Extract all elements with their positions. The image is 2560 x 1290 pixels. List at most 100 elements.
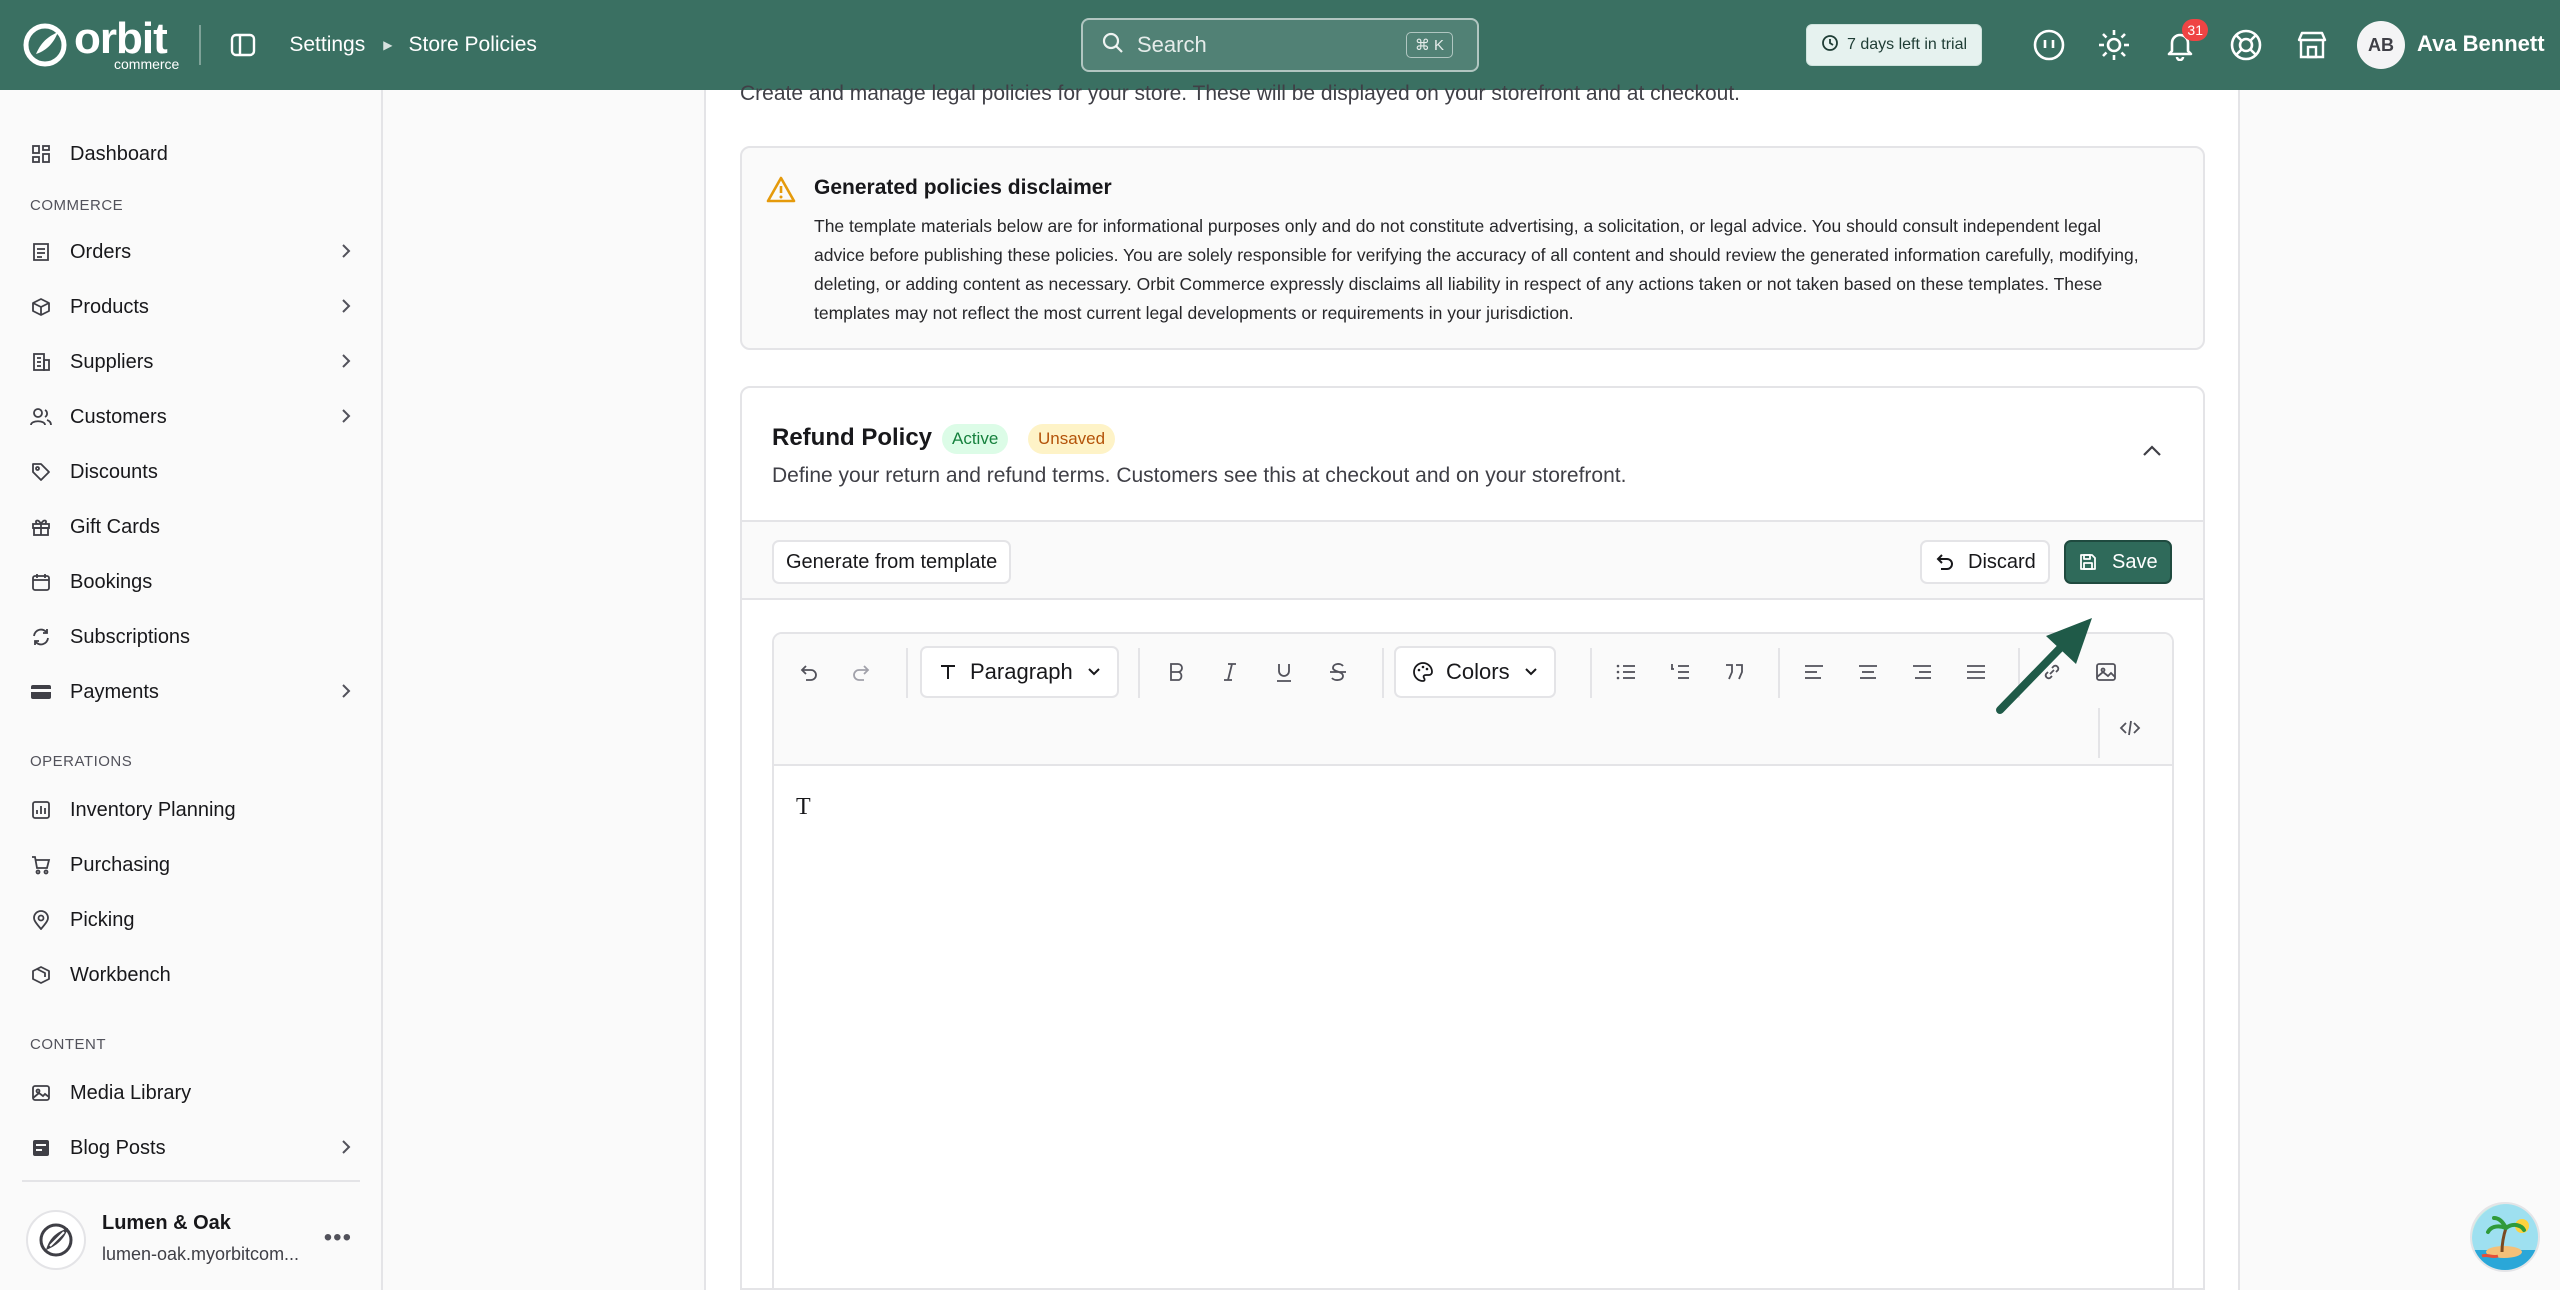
sidebar-item-gift-cards[interactable]: Gift Cards <box>30 507 360 547</box>
italic-icon[interactable] <box>1212 654 1248 690</box>
toolbar-divider <box>906 648 908 698</box>
card-icon <box>30 681 52 703</box>
editor-content[interactable]: T <box>796 794 811 821</box>
bullet-list-icon[interactable] <box>1608 654 1644 690</box>
sidebar-item-inventory-planning[interactable]: Inventory Planning <box>30 790 360 830</box>
app-logo[interactable]: orbit commerce <box>22 15 179 75</box>
store-logo-icon <box>26 1210 86 1270</box>
disclaimer-body: The template materials below are for inf… <box>814 216 2139 323</box>
sidebar-item-orders[interactable]: Orders <box>30 232 360 272</box>
sidebar-item-label: Orders <box>70 240 132 263</box>
clock-icon <box>1821 34 1839 57</box>
section-commerce: COMMERCE <box>30 197 124 214</box>
align-justify-icon[interactable] <box>1958 654 1994 690</box>
chevron-right-icon <box>340 352 352 376</box>
sidebar-item-label: Inventory Planning <box>70 798 236 821</box>
top-bar: orbit commerce Settings ▶ Store Policies… <box>0 0 2560 90</box>
calendar-icon <box>30 571 52 593</box>
sidebar-item-label: Products <box>70 295 149 318</box>
code-view-icon[interactable] <box>2112 710 2148 746</box>
avatar[interactable]: AB <box>2357 21 2405 69</box>
store-url: lumen-oak.myorbitcom... <box>102 1244 300 1264</box>
sidebar-item-media-library[interactable]: Media Library <box>30 1073 360 1113</box>
discard-label: Discard <box>1968 550 2036 573</box>
redo-icon[interactable] <box>844 654 880 690</box>
sidebar-item-products[interactable]: Products <box>30 287 360 327</box>
help-lifebuoy-icon[interactable] <box>2228 27 2264 63</box>
block-type-select[interactable]: Paragraph <box>920 646 1119 698</box>
notifications-bell-icon[interactable]: 31 <box>2162 19 2208 63</box>
status-badge-active: Active <box>942 424 1009 454</box>
discard-button[interactable]: Discard <box>1920 540 2050 584</box>
chevron-right-icon <box>340 242 352 266</box>
trial-badge[interactable]: 7 days left in trial <box>1806 24 1983 66</box>
breadcrumb-separator-icon: ▶ <box>383 38 393 52</box>
logo-word: orbit <box>74 14 168 63</box>
sidebar-item-blog-posts[interactable]: Blog Posts <box>30 1128 360 1168</box>
sidebar-item-label: Payments <box>70 680 159 703</box>
chevron-up-icon[interactable] <box>2141 444 2163 463</box>
sidebar-item-picking[interactable]: Picking <box>30 900 360 940</box>
header-divider <box>199 25 202 65</box>
more-options-icon[interactable]: ••• <box>324 1224 352 1252</box>
user-name[interactable]: Ava Bennett <box>2417 31 2545 57</box>
colors-select[interactable]: Colors <box>1394 646 1556 698</box>
warning-icon <box>766 176 796 209</box>
save-button[interactable]: Save <box>2064 540 2172 584</box>
align-left-icon[interactable] <box>1796 654 1832 690</box>
sidebar-item-purchasing[interactable]: Purchasing <box>30 845 360 885</box>
sidebar-item-label: Dashboard <box>70 142 168 165</box>
sidebar-item-payments[interactable]: Payments <box>30 672 360 712</box>
breadcrumb-settings[interactable]: Settings <box>289 33 365 57</box>
policy-description: Define your return and refund terms. Cus… <box>772 464 1627 487</box>
page-subtitle: Create and manage legal policies for you… <box>740 82 1741 105</box>
assistant-fab[interactable] <box>2470 1202 2540 1272</box>
orders-icon <box>30 241 52 263</box>
save-label: Save <box>2112 550 2158 573</box>
sidebar-item-suppliers[interactable]: Suppliers <box>30 342 360 382</box>
search-icon <box>1101 31 1125 60</box>
numbered-list-icon[interactable] <box>1662 654 1698 690</box>
sidebar-item-discounts[interactable]: Discounts <box>30 452 360 492</box>
sidebar-toggle-icon[interactable] <box>227 29 259 61</box>
sidebar-item-bookings[interactable]: Bookings <box>30 562 360 602</box>
quote-icon[interactable] <box>1716 654 1752 690</box>
theme-toggle-icon[interactable] <box>2096 27 2132 63</box>
annotation-arrow-icon <box>1996 618 2092 714</box>
bold-icon[interactable] <box>1158 654 1194 690</box>
section-content: CONTENT <box>30 1036 106 1053</box>
underline-icon[interactable] <box>1266 654 1302 690</box>
toolbar-divider <box>1382 648 1384 698</box>
store-switcher[interactable]: Lumen & Oak lumen-oak.myorbitcom... ••• <box>22 1180 360 1290</box>
sidebar-item-workbench[interactable]: Workbench <box>30 955 360 995</box>
sidebar-item-label: Customers <box>70 405 167 428</box>
align-center-icon[interactable] <box>1850 654 1886 690</box>
sidebar-item-subscriptions[interactable]: Subscriptions <box>30 617 360 657</box>
strikethrough-icon[interactable] <box>1320 654 1356 690</box>
chevron-down-icon <box>1087 667 1101 677</box>
assistant-icon[interactable] <box>2031 27 2067 63</box>
align-right-icon[interactable] <box>1904 654 1940 690</box>
chevron-right-icon <box>340 1138 352 1162</box>
dashboard-icon <box>30 143 52 165</box>
status-badge-unsaved: Unsaved <box>1028 424 1116 454</box>
search-input[interactable]: Search ⌘ K <box>1081 18 1479 72</box>
sidebar-item-customers[interactable]: Customers <box>30 397 360 437</box>
generate-from-template-button[interactable]: Generate from template <box>772 540 1012 584</box>
sidebar-item-label: Suppliers <box>70 350 154 373</box>
undo-icon[interactable] <box>790 654 826 690</box>
trial-text: 7 days left in trial <box>1847 36 1968 53</box>
sidebar-item-label: Subscriptions <box>70 625 191 648</box>
policy-title: Refund Policy <box>772 424 933 451</box>
chevron-down-icon <box>1524 667 1538 677</box>
toolbar-divider <box>1778 648 1780 698</box>
storefront-icon[interactable] <box>2294 27 2330 63</box>
sidebar-item-label: Discounts <box>70 460 158 483</box>
search-placeholder: Search <box>1137 32 1207 57</box>
sidebar-item-label: Purchasing <box>70 853 171 876</box>
sidebar-item-dashboard[interactable]: Dashboard <box>30 134 360 174</box>
chevron-right-icon <box>340 407 352 431</box>
section-operations: OPERATIONS <box>30 753 133 770</box>
box-icon <box>30 296 52 318</box>
sidebar: Dashboard COMMERCE Orders Products Suppl… <box>0 90 383 1290</box>
